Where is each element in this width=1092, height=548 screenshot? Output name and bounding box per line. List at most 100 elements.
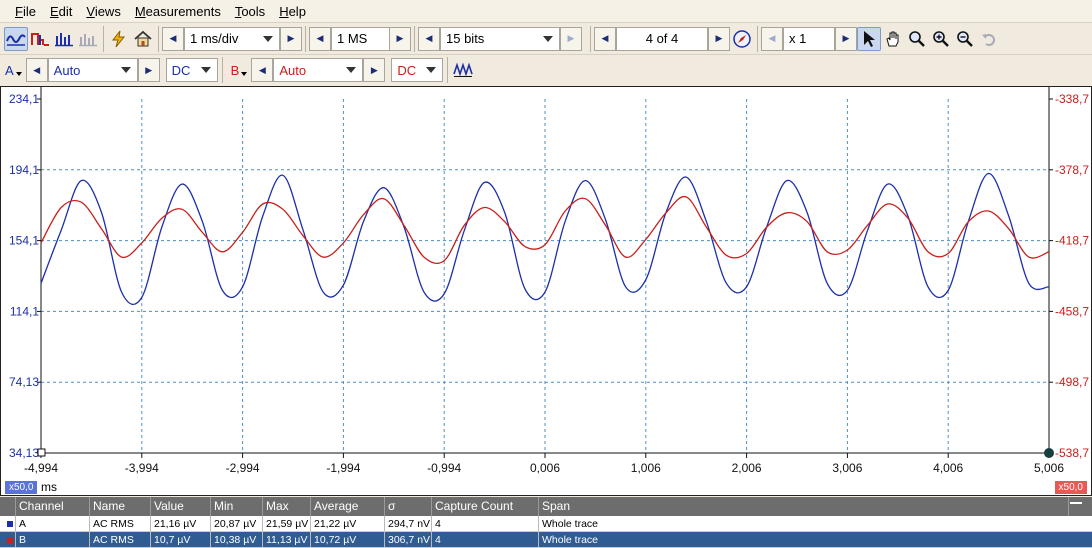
y-tick-label-left: 194,1 <box>9 163 39 177</box>
header-max[interactable]: Max <box>263 497 311 516</box>
cell-sigma: 306,7 nV <box>385 532 432 547</box>
zoom-down-button[interactable]: ◀ <box>761 26 783 51</box>
buffer-field[interactable]: 4 of 4 <box>616 26 708 51</box>
home-icon[interactable] <box>131 27 155 51</box>
buffer-value: 4 of 4 <box>645 31 679 46</box>
pointer-tool-icon[interactable] <box>857 26 881 51</box>
menu-measurements[interactable]: Measurements <box>128 4 228 19</box>
persistence-mode-icon[interactable] <box>28 27 52 51</box>
left-axis-marker[interactable] <box>37 448 46 457</box>
buffer-next-button[interactable]: ▶ <box>708 26 730 51</box>
auto-setup-icon[interactable] <box>107 27 131 51</box>
zoom-up-button[interactable]: ▶ <box>835 26 857 51</box>
cell-channel: B <box>16 532 90 547</box>
undo-zoom-icon[interactable] <box>977 27 1001 51</box>
channel-toolbar: A ◀ Auto ▶ DC B ◀ Auto ▶ DC <box>0 54 1092 85</box>
header-min[interactable]: Min <box>211 497 263 516</box>
scope-view[interactable]: -4,994 -3,994 -2,994 -1,994 -0,994 0,006 1,006… <box>0 86 1092 496</box>
timebase-up-button[interactable]: ▶ <box>280 26 302 51</box>
header-name[interactable]: Name <box>90 497 151 516</box>
cell-average: 10,72 µV <box>311 532 385 547</box>
cell-span: Whole trace <box>542 534 599 546</box>
x-zoom-left-badge: x50,0 <box>5 481 38 494</box>
y-tick-label-left: 234,1 <box>9 92 39 106</box>
header-channel[interactable]: Channel <box>16 497 90 516</box>
samples-down-button[interactable]: ◀ <box>309 26 331 51</box>
measurements-table: Channel Name Value Min Max Average σ Cap… <box>0 497 1092 548</box>
picoscope-window: File Edit Views Measurements Tools Help … <box>0 0 1092 548</box>
header-sigma[interactable]: σ <box>385 497 432 516</box>
resolution-value: 15 bits <box>446 31 485 46</box>
zoom-out-icon[interactable] <box>953 27 977 51</box>
channel-a-range-down-button[interactable]: ◀ <box>25 58 48 82</box>
zoom-field[interactable]: x 1 <box>783 26 835 51</box>
row-color-swatch <box>0 532 16 547</box>
table-row[interactable]: B AC RMS 10,7 µV 10,38 µV 11,13 µV 10,72… <box>0 532 1092 548</box>
header-spacer <box>0 497 16 516</box>
channel-b-range-select[interactable]: Auto <box>273 58 364 82</box>
menu-views[interactable]: Views <box>79 4 127 19</box>
y-tick-label-right: -458,7 <box>1055 304 1089 318</box>
cell-min: 20,87 µV <box>211 516 263 531</box>
cell-max: 11,13 µV <box>263 532 311 547</box>
timebase-value: 1 ms/div <box>190 31 239 46</box>
menu-help[interactable]: Help <box>272 4 313 19</box>
menu-file[interactable]: File <box>8 4 43 19</box>
resolution-up-button[interactable]: ▶ <box>560 26 582 51</box>
header-value[interactable]: Value <box>151 497 211 516</box>
scope-mode-icon[interactable] <box>4 26 28 51</box>
y-tick-label-right: -498,7 <box>1055 375 1089 389</box>
channel-b-range-up-button[interactable]: ▶ <box>363 58 386 82</box>
y-tick-label-left: 154,1 <box>9 234 39 248</box>
timebase-down-button[interactable]: ◀ <box>162 26 184 51</box>
buffer-navigator-icon[interactable] <box>730 27 754 51</box>
y-tick-label-right: -418,7 <box>1055 234 1089 248</box>
channel-b-range-down-button[interactable]: ◀ <box>251 58 274 82</box>
cell-value: 10,7 µV <box>151 532 211 547</box>
samples-value: 1 MS <box>337 31 368 46</box>
y-tick-label-left: 74,13 <box>9 375 39 389</box>
rapid-trigger-icon[interactable] <box>76 27 100 51</box>
samples-up-button[interactable]: ▶ <box>389 26 411 51</box>
close-measurements-icon[interactable] <box>1070 502 1082 504</box>
cell-span: Whole trace <box>542 518 599 530</box>
y-tick-label-right: -378,7 <box>1055 163 1089 177</box>
scope-graph[interactable]: -4,994 -3,994 -2,994 -1,994 -0,994 0,006 1,006… <box>1 87 1091 495</box>
header-capture-count[interactable]: Capture Count <box>432 497 539 516</box>
channel-a-coupling-value: DC <box>171 62 191 78</box>
channel-a-range-select[interactable]: Auto <box>47 58 138 82</box>
header-span[interactable]: Span <box>539 497 1069 516</box>
spectrum-mode-icon[interactable] <box>52 27 76 51</box>
zoom-window-icon[interactable] <box>905 27 929 51</box>
hand-tool-icon[interactable] <box>881 27 905 51</box>
table-row[interactable]: A AC RMS 21,16 µV 20,87 µV 21,59 µV 21,2… <box>0 516 1092 532</box>
cell-name: AC RMS <box>90 532 151 547</box>
cell-name: AC RMS <box>90 516 151 531</box>
menu-edit[interactable]: Edit <box>43 4 79 19</box>
resolution-select[interactable]: 15 bits <box>440 26 560 51</box>
right-axis-marker[interactable] <box>1044 448 1054 458</box>
channel-b-label[interactable]: B <box>226 63 248 78</box>
resolution-down-button[interactable]: ◀ <box>418 26 440 51</box>
cell-sigma: 294,7 nV <box>385 516 432 531</box>
menu-bar: File Edit Views Measurements Tools Help <box>0 0 1092 22</box>
channel-a-coupling-select[interactable]: DC <box>165 58 218 82</box>
x-tick-label: 4,006 <box>933 461 963 475</box>
scope-grid <box>41 99 1049 453</box>
cell-max: 21,59 µV <box>263 516 311 531</box>
signal-generator-icon[interactable] <box>451 58 475 82</box>
buffer-prev-button[interactable]: ◀ <box>594 26 616 51</box>
channel-a-range-up-button[interactable]: ▶ <box>137 58 160 82</box>
x-tick-label: 5,006 <box>1034 461 1064 475</box>
x-tick-label: -0,994 <box>427 461 461 475</box>
channel-b-coupling-select[interactable]: DC <box>391 58 444 82</box>
samples-field[interactable]: 1 MS <box>331 26 389 51</box>
zoom-in-icon[interactable] <box>929 27 953 51</box>
cell-capture-count: 4 <box>432 532 539 547</box>
channel-a-label[interactable]: A <box>0 63 22 78</box>
timebase-select[interactable]: 1 ms/div <box>184 26 280 51</box>
row-color-swatch <box>0 516 16 531</box>
x-tick-label: 1,006 <box>631 461 661 475</box>
menu-tools[interactable]: Tools <box>228 4 272 19</box>
header-average[interactable]: Average <box>311 497 385 516</box>
